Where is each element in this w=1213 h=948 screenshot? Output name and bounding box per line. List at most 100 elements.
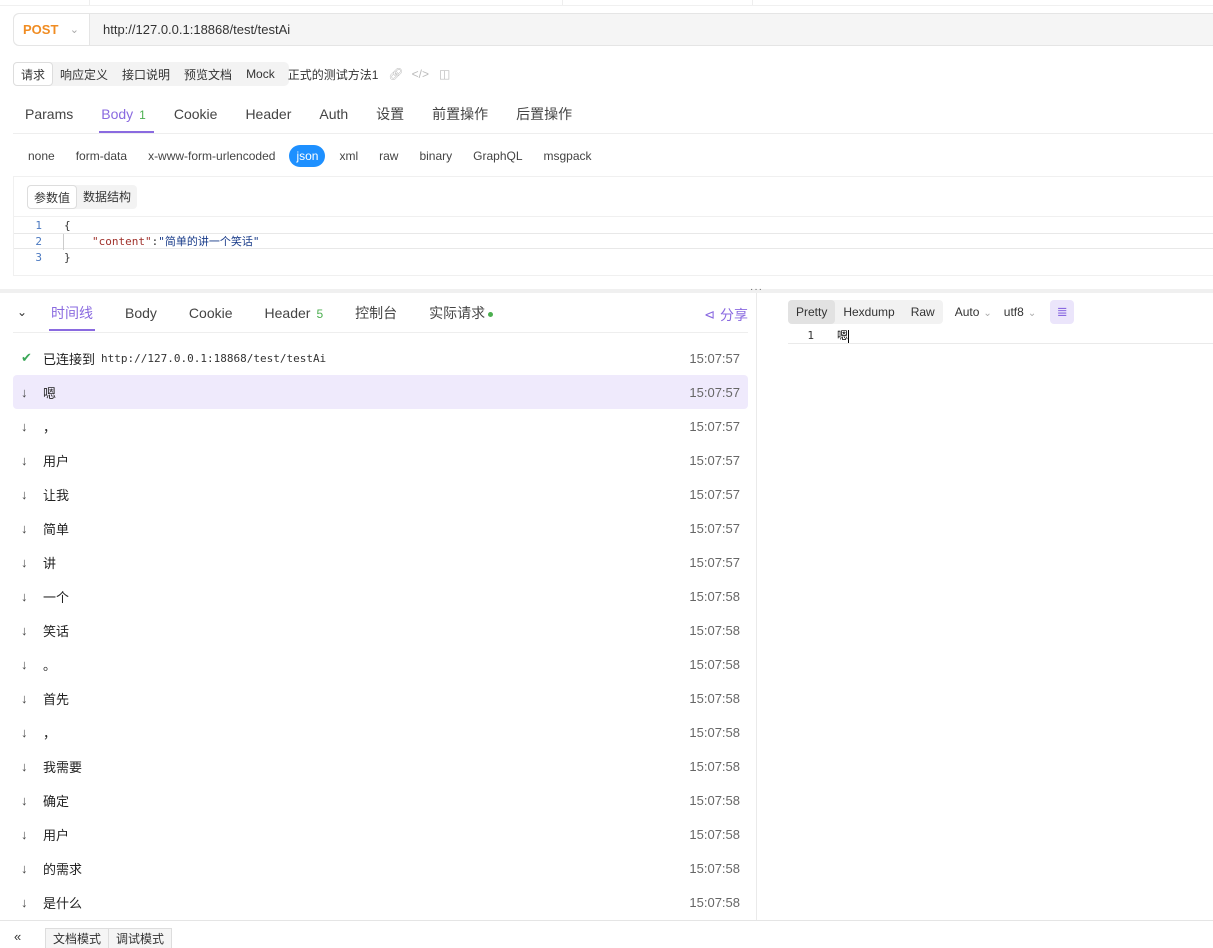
timeline-event-row[interactable]: ↓ 确定 15:07:58 [13, 783, 748, 817]
json-key: "content" [92, 235, 152, 248]
url-bar: POST ⌄ http://127.0.0.1:18868/test/testA… [13, 13, 1213, 46]
timeline-event-row[interactable]: ↓ ， 15:07:58 [13, 715, 748, 749]
encoding-value: utf8 [1003, 304, 1024, 319]
body-type-binary[interactable]: binary [419, 145, 452, 167]
body-type-graphql[interactable]: GraphQL [473, 145, 522, 167]
timeline-event-row[interactable]: ↓ 嗯 15:07:57 [13, 375, 748, 409]
timeline-event-row[interactable]: ↓ ， 15:07:57 [13, 409, 748, 443]
bottom-bar: « 文档模式 调试模式 [0, 920, 1213, 948]
link-icon[interactable]: 🔗︎ [388, 67, 403, 81]
doc-tab-api-desc[interactable]: 接口说明 [115, 62, 177, 86]
tab-response-header[interactable]: Header 5 [265, 297, 324, 331]
vertical-splitter[interactable] [756, 293, 757, 920]
doc-tab-preview[interactable]: 预览文档 [177, 62, 239, 86]
timeline-event-row[interactable]: ↓ 是什么 15:07:58 [13, 885, 748, 919]
tab-auth[interactable]: Auth [319, 98, 348, 133]
status-dot-icon [488, 311, 494, 317]
event-text: 是什么 [43, 895, 83, 911]
tab-response-header-label: Header [264, 305, 311, 321]
tab-settings[interactable]: 设置 [376, 98, 404, 133]
json-string: "简单的讲一个笑话" [158, 235, 260, 248]
event-time: 15:07:58 [689, 724, 740, 740]
event-text: 嗯 [43, 385, 57, 401]
request-tabs: Params Body 1 Cookie Header Auth 设置 前置操作 … [25, 98, 600, 134]
tab-cookie[interactable]: Cookie [174, 98, 218, 133]
tab-body[interactable]: Body 1 [99, 98, 154, 133]
encoding-select[interactable]: utf8 ⌄ [1004, 305, 1036, 319]
editor-subtabs: 参数值 数据结构 [27, 185, 138, 209]
timeline-event-row[interactable]: ↓ 。 15:07:58 [13, 647, 748, 681]
tab-header[interactable]: Header [245, 98, 291, 133]
tab-debug-mode[interactable]: 调试模式 [109, 928, 173, 948]
subtab-schema[interactable]: 数据结构 [77, 185, 137, 209]
doc-title[interactable]: 正式的测试方法1 [288, 66, 379, 83]
chevron-down-icon: ⌄ [983, 307, 992, 319]
doc-tabs: 请求 响应定义 接口说明 预览文档 Mock 正式的测试方法1 🔗︎ </> ◫ [13, 62, 450, 86]
body-type-raw[interactable]: raw [379, 145, 398, 167]
tab-pre-actions[interactable]: 前置操作 [432, 98, 488, 133]
code-editor[interactable]: 1 { 2 "content":"简单的讲一个笑话" 3 } [14, 217, 1213, 265]
app-window: POST ⌄ http://127.0.0.1:18868/test/testA… [0, 0, 1213, 948]
timeline-connected-row[interactable]: ✔ 已连接到 http://127.0.0.1:18868/test/testA… [13, 341, 748, 375]
timeline-event-row[interactable]: ↓ 首先 15:07:58 [13, 681, 748, 715]
doc-tab-mock[interactable]: Mock [239, 62, 282, 86]
event-time: 15:07:58 [689, 792, 740, 808]
body-type-urlencoded[interactable]: x-www-form-urlencoded [148, 145, 275, 167]
top-strip-segment [563, 0, 753, 5]
tab-doc-mode[interactable]: 文档模式 [45, 928, 110, 948]
body-type-form-data[interactable]: form-data [76, 145, 127, 167]
format-hexdump[interactable]: Hexdump [835, 300, 902, 324]
tab-params[interactable]: Params [25, 98, 73, 133]
timeline-event-row[interactable]: ↓ 讲 15:07:57 [13, 545, 748, 579]
tab-console[interactable]: 控制台 [355, 297, 397, 331]
panel-icon[interactable]: ◫ [439, 67, 450, 81]
arrow-down-icon: ↓ [21, 690, 28, 706]
timeline-event-row[interactable]: ↓ 用户 15:07:58 [13, 817, 748, 851]
wrap-lines-icon[interactable]: ≣ [1050, 299, 1075, 324]
body-type-none[interactable]: none [28, 145, 55, 167]
horizontal-splitter[interactable] [0, 289, 1213, 293]
tab-response-body[interactable]: Body [125, 297, 157, 331]
chevron-down-icon[interactable]: ⌄ [17, 305, 27, 319]
timeline-event-row[interactable]: ↓ 简单 15:07:57 [13, 511, 748, 545]
format-raw[interactable]: Raw [903, 300, 943, 324]
format-pretty[interactable]: Pretty [788, 299, 836, 324]
timeline-event-row[interactable]: ↓ 让我 15:07:57 [13, 477, 748, 511]
arrow-down-icon: ↓ [21, 656, 28, 672]
url-input[interactable]: http://127.0.0.1:18868/test/testAi [103, 22, 290, 37]
tab-body-count: 1 [139, 108, 146, 122]
timeline-event-row[interactable]: ↓ 用户 15:07:57 [13, 443, 748, 477]
subtab-values[interactable]: 参数值 [27, 185, 78, 209]
line-number: 2 [35, 234, 42, 248]
code-icon[interactable]: </> [412, 67, 429, 81]
body-type-xml[interactable]: xml [339, 145, 358, 167]
share-button[interactable]: ⊲ 分享 [704, 305, 748, 325]
event-text: ， [43, 419, 57, 435]
arrow-down-icon: ↓ [21, 418, 28, 434]
body-type-json[interactable]: json [289, 145, 326, 167]
tab-timeline[interactable]: 时间线 [49, 297, 95, 331]
mode-select[interactable]: Auto ⌄ [955, 305, 992, 319]
body-editor[interactable]: 参数值 数据结构 1 { 2 "content":"简单的讲一个笑话" 3 } [13, 177, 1213, 276]
event-text: 。 [43, 657, 57, 673]
timeline-event-row[interactable]: ↓ 的需求 15:07:58 [13, 851, 748, 885]
doc-tab-response-def[interactable]: 响应定义 [53, 62, 115, 86]
check-circle-icon: ✔ [21, 350, 32, 365]
body-type-selector: none form-data x-www-form-urlencoded jso… [28, 145, 613, 167]
doc-tab-request[interactable]: 请求 [13, 62, 54, 86]
body-type-msgpack[interactable]: msgpack [544, 145, 592, 167]
format-selector: Pretty Hexdump Raw [788, 299, 943, 324]
event-time: 15:07:57 [689, 350, 740, 366]
method-select[interactable]: POST ⌄ [14, 14, 90, 45]
response-tabs: ⌄ 时间线 Body Cookie Header 5 控制台 实际请求 ⊲ 分享 [13, 297, 748, 333]
tab-post-actions[interactable]: 后置操作 [516, 98, 572, 133]
divider [13, 133, 1213, 134]
timeline-event-row[interactable]: ↓ 笑话 15:07:58 [13, 613, 748, 647]
double-chevron-left-icon[interactable]: « [14, 929, 21, 944]
timeline-event-row[interactable]: ↓ 我需要 15:07:58 [13, 749, 748, 783]
tab-actual-request[interactable]: 实际请求 [429, 297, 494, 331]
event-time: 15:07:58 [689, 894, 740, 910]
tab-response-cookie[interactable]: Cookie [189, 297, 233, 331]
response-viewer[interactable]: 1 嗯 [788, 327, 1213, 344]
timeline-event-row[interactable]: ↓ 一个 15:07:58 [13, 579, 748, 613]
